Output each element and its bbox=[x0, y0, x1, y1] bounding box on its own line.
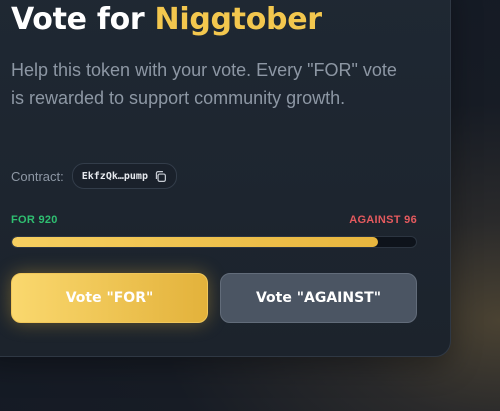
token-name: Niggtober bbox=[154, 2, 323, 37]
contract-label: Contract: bbox=[11, 168, 64, 184]
vote-for-button[interactable]: Vote "FOR" bbox=[11, 273, 208, 323]
vote-tally: FOR 920 AGAINST 96 bbox=[11, 214, 417, 226]
description-text: Help this token with your vote. Every "F… bbox=[11, 60, 397, 108]
against-count: AGAINST 96 bbox=[349, 214, 417, 226]
contract-row: Contract: EkfzQk…pump bbox=[11, 163, 177, 189]
for-count: FOR 920 bbox=[11, 214, 58, 226]
vote-progress-fill bbox=[12, 237, 378, 247]
vote-progress-bar bbox=[11, 236, 417, 248]
contract-address-copy-button[interactable]: EkfzQk…pump bbox=[71, 163, 177, 189]
contract-address: EkfzQk…pump bbox=[81, 170, 148, 182]
copy-icon bbox=[155, 170, 166, 182]
page-title: Vote for Niggtober bbox=[11, 0, 322, 40]
title-prefix: Vote for bbox=[11, 2, 155, 37]
vote-against-button[interactable]: Vote "AGAINST" bbox=[220, 273, 417, 323]
